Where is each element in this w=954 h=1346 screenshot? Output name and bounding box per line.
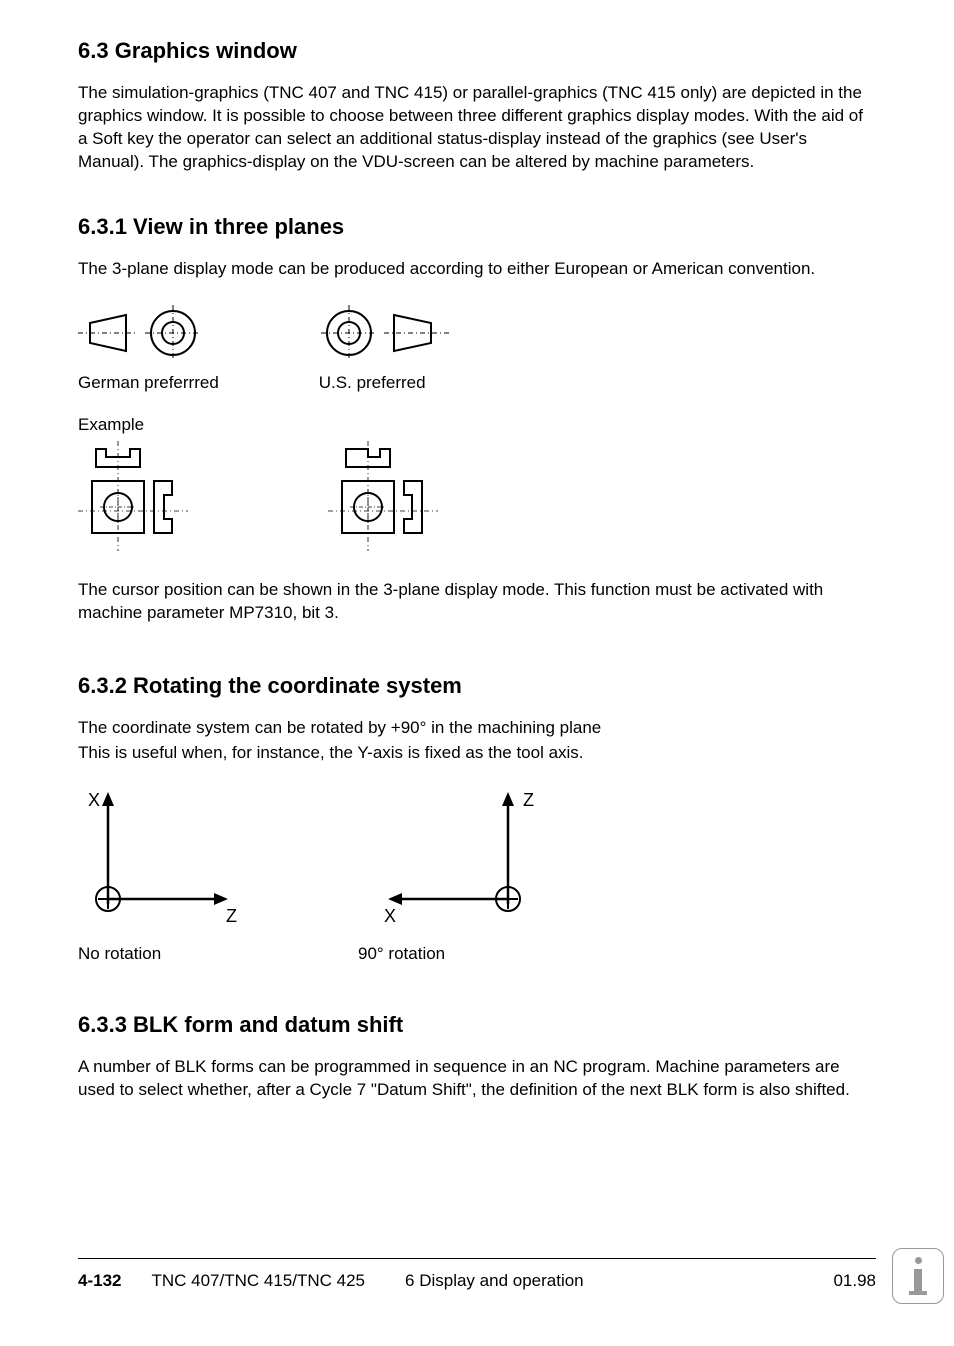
- axis-label-z: Z: [226, 906, 237, 926]
- para-6-3-2-b: This is useful when, for instance, the Y…: [78, 742, 876, 765]
- page: 6.3 Graphics window The simulation-graph…: [0, 0, 954, 1346]
- caption-90-rotation: 90° rotation: [358, 944, 548, 964]
- para-6-3-2-a: The coordinate system can be rotated by …: [78, 717, 876, 740]
- projection-symbol-us-icon: [319, 303, 449, 363]
- footer-chapter: 6 Display and operation: [405, 1271, 833, 1291]
- section-6-3-2: 6.3.2 Rotating the coordinate system The…: [78, 673, 876, 965]
- page-footer: 4-132 TNC 407/TNC 415/TNC 425 6 Display …: [78, 1258, 876, 1291]
- heading-6-3: 6.3 Graphics window: [78, 38, 876, 64]
- para-6-3: The simulation-graphics (TNC 407 and TNC…: [78, 82, 876, 174]
- section-6-3-1: 6.3.1 View in three planes The 3-plane d…: [78, 214, 876, 625]
- example-german-icon: [78, 441, 188, 551]
- projection-symbol-german-icon: [78, 303, 208, 363]
- heading-6-3-2: 6.3.2 Rotating the coordinate system: [78, 673, 876, 699]
- example-german: [78, 441, 188, 551]
- caption-no-rotation: No rotation: [78, 944, 248, 964]
- para-6-3-3: A number of BLK forms can be programmed …: [78, 1056, 876, 1102]
- section-6-3-3: 6.3.3 BLK form and datum shift A number …: [78, 1012, 876, 1102]
- heading-6-3-3: 6.3.3 BLK form and datum shift: [78, 1012, 876, 1038]
- projection-german: German preferrred: [78, 303, 219, 393]
- page-number: 4-132: [78, 1271, 121, 1291]
- axes-90-rotation-icon: Z X: [358, 784, 548, 934]
- axes-no-rotation: X Z No rotation: [78, 784, 248, 964]
- example-label: Example: [78, 415, 876, 435]
- axis-label-x2: X: [384, 906, 396, 926]
- axis-label-x: X: [88, 790, 100, 810]
- axes-no-rotation-icon: X Z: [78, 784, 248, 934]
- section-6-3: 6.3 Graphics window The simulation-graph…: [78, 38, 876, 174]
- heading-6-3-1: 6.3.1 View in three planes: [78, 214, 876, 240]
- example-us-icon: [328, 441, 438, 551]
- caption-us: U.S. preferred: [319, 373, 449, 393]
- projection-us: U.S. preferred: [319, 303, 449, 393]
- example-us: [328, 441, 438, 551]
- caption-german: German preferrred: [78, 373, 219, 393]
- axes-90-rotation: Z X 90° rotation: [358, 784, 548, 964]
- footer-model: TNC 407/TNC 415/TNC 425: [151, 1271, 365, 1291]
- footer-date: 01.98: [833, 1271, 876, 1291]
- axis-label-z2: Z: [523, 790, 534, 810]
- para-6-3-1-a: The 3-plane display mode can be produced…: [78, 258, 876, 281]
- info-icon: [892, 1248, 944, 1304]
- para-6-3-1-b: The cursor position can be shown in the …: [78, 579, 876, 625]
